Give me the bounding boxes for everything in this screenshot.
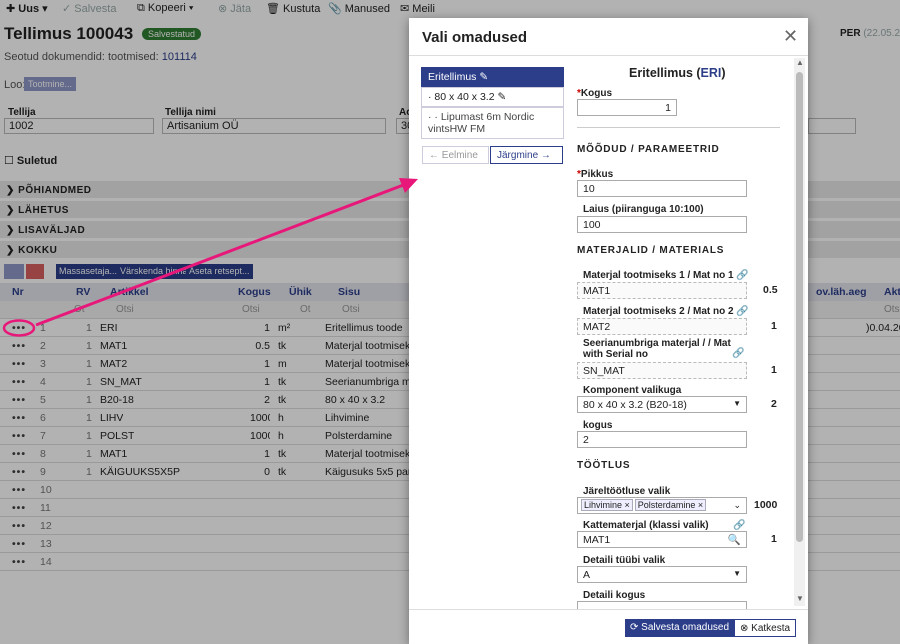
post-processing-qty: 1000 <box>754 499 778 511</box>
component-select[interactable]: 80 x 40 x 3.2 (B20-18) ▼ <box>577 396 747 413</box>
component-qty: 2 <box>771 398 777 410</box>
tree-item-grandchild[interactable]: · · Lipumast 6m Nordic vintsHW FM <box>421 107 564 139</box>
search-icon[interactable]: 🔍 <box>728 533 741 546</box>
tree-item-child[interactable]: · 80 x 40 x 3.2 ✎ <box>421 87 564 107</box>
sn-label: Seerianumbriga materjal / / Mat with Ser… <box>583 338 731 360</box>
scrollbar[interactable]: ▲ ▼ <box>794 58 805 606</box>
detail-qty-field[interactable] <box>577 601 747 609</box>
chip[interactable]: Polsterdamine × <box>634 499 707 511</box>
mat2-field[interactable]: MAT2 <box>577 318 747 335</box>
chip[interactable]: Lihvimine × <box>581 499 633 511</box>
mat2-label: Materjal tootmiseks 2 / Mat no 2 🔗 <box>583 306 749 317</box>
edit-icon: ✎ <box>497 91 507 103</box>
edit-icon: ✎ <box>479 71 489 83</box>
scroll-down-icon[interactable]: ▼ <box>796 594 804 603</box>
sn-qty: 1 <box>771 364 777 376</box>
cover-field[interactable]: MAT1 🔍 <box>577 531 747 548</box>
length-label: *Pikkus <box>577 169 614 180</box>
scroll-up-icon[interactable]: ▲ <box>796 58 804 67</box>
component-label: Komponent valikuga <box>583 385 682 396</box>
link-icon: 🔗 <box>736 270 749 281</box>
width-field[interactable]: 100 <box>577 216 747 233</box>
form-heading: Eritellimus (ERI) <box>629 66 726 80</box>
chevron-down-icon: ▼ <box>733 569 741 578</box>
width-label: Laius (piiranguga 10:100) <box>583 204 704 215</box>
type-select[interactable]: A ▼ <box>577 566 747 583</box>
qty-label: *Kogus <box>577 88 613 99</box>
mat1-label: Materjal tootmiseks 1 / Mat no 1 🔗 <box>583 270 749 281</box>
link-icon: 🔗 <box>733 520 746 531</box>
cover-label: Kattematerjal (klassi valik) 🔗 <box>583 520 746 531</box>
sn-field[interactable]: SN_MAT <box>577 362 747 379</box>
link-icon: 🔗 <box>736 306 749 317</box>
chevron-down-icon: ⌄ <box>733 500 741 510</box>
save-properties-button[interactable]: ⟳ Salvesta omadused <box>625 619 735 637</box>
dialog-footer: ⟳ Salvesta omadused ⊗ Katkesta <box>409 609 808 644</box>
link-icon: 🔗 <box>732 348 745 359</box>
chevron-down-icon: ▼ <box>733 399 741 408</box>
post-processing-select[interactable]: Lihvimine × Polsterdamine × ⌄ <box>577 497 747 514</box>
next-button[interactable]: Järgmine → <box>490 146 563 164</box>
divider <box>577 127 780 128</box>
mat1-field[interactable]: MAT1 <box>577 282 747 299</box>
dialog-header: Vali omadused ✕ <box>409 18 808 56</box>
dialog-title: Vali omadused <box>422 29 528 46</box>
properties-dialog: Vali omadused ✕ Eritellimus ✎ · 80 x 40 … <box>409 18 808 644</box>
qty-field[interactable]: 1 <box>577 99 677 116</box>
cover-qty: 1 <box>771 533 777 545</box>
mat1-qty: 0.5 <box>763 284 778 296</box>
cancel-dialog-button[interactable]: ⊗ Katkesta <box>734 619 797 637</box>
length-field[interactable]: 10 <box>577 180 747 197</box>
close-icon[interactable]: ✕ <box>783 26 798 47</box>
mat2-qty: 1 <box>771 320 777 332</box>
tree-item-root[interactable]: Eritellimus ✎ <box>421 67 564 87</box>
section-processing: TÖÖTLUS <box>577 460 631 471</box>
kogus-field[interactable]: 2 <box>577 431 747 448</box>
prev-button[interactable]: ← Eelmine <box>422 146 489 164</box>
type-label: Detaili tüübi valik <box>583 555 666 566</box>
section-materials: MATERJALID / MATERIALS <box>577 245 725 256</box>
scrollbar-thumb[interactable] <box>796 72 803 542</box>
kogus-label: kogus <box>583 420 613 431</box>
post-processing-label: Järeltöötluse valik <box>583 486 671 497</box>
section-dimensions: MÕÕDUD / PARAMEETRID <box>577 144 720 155</box>
detail-qty-label: Detaili kogus <box>583 590 646 601</box>
